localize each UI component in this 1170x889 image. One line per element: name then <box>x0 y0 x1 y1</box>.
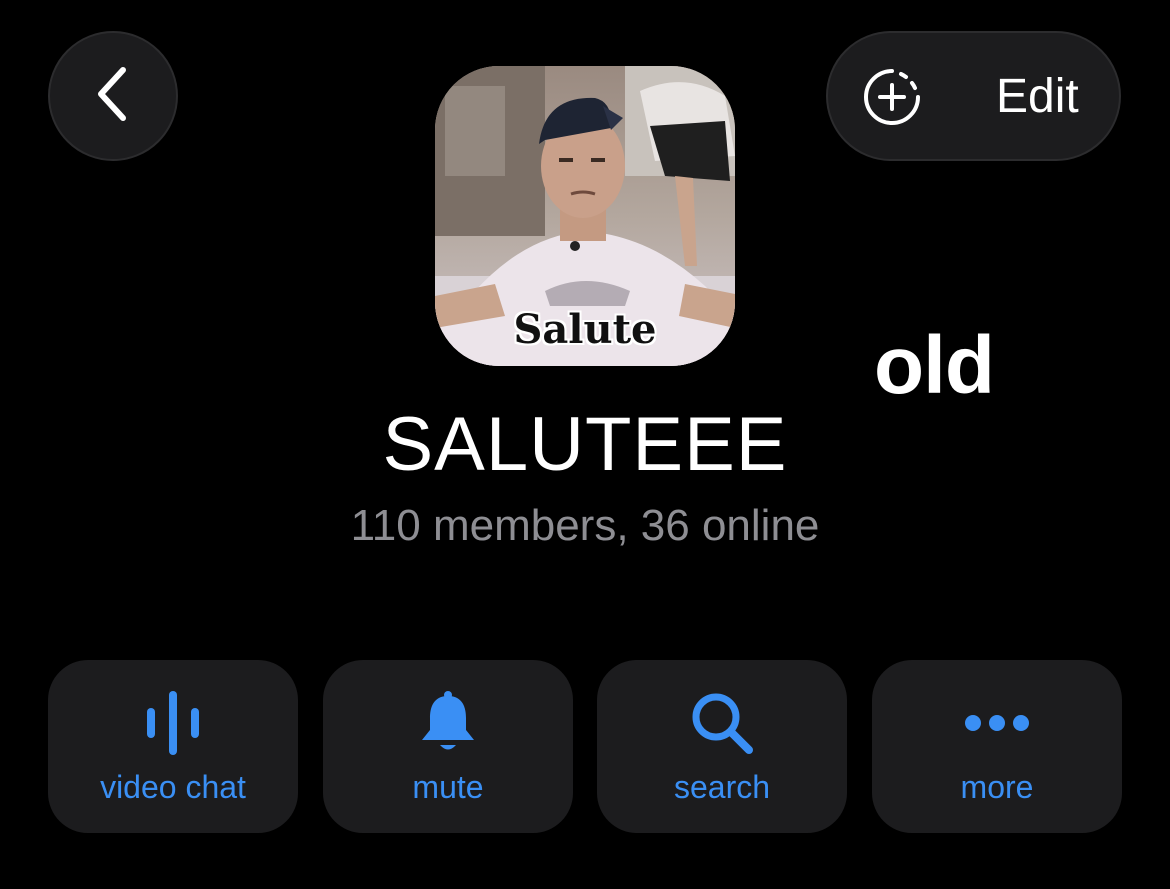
chevron-left-icon <box>93 64 133 129</box>
mute-button[interactable]: mute <box>323 660 573 833</box>
group-avatar[interactable]: Salute <box>435 66 735 366</box>
search-label: search <box>673 769 771 805</box>
mute-label: mute <box>412 769 484 805</box>
search-button[interactable]: search <box>597 660 847 833</box>
add-circle-dashed-icon <box>862 67 922 127</box>
avatar-caption: Salute <box>513 306 657 353</box>
more-button[interactable]: more <box>872 660 1122 833</box>
bell-icon <box>323 690 573 756</box>
action-bar: video chat mute search more <box>48 660 1122 833</box>
group-profile-screen: Edit Salute old SALUTEEE 110 members, 36… <box>0 0 1170 889</box>
more-label: more <box>960 769 1034 805</box>
group-title: SALUTEEE <box>382 402 788 487</box>
group-member-count: 110 members, 36 online <box>350 501 820 550</box>
video-chat-button[interactable]: video chat <box>48 660 298 833</box>
voice-waveform-icon <box>48 690 298 756</box>
edit-button[interactable]: Edit <box>826 31 1121 161</box>
back-button[interactable] <box>48 31 178 161</box>
video-chat-label: video chat <box>100 769 246 805</box>
more-dots-icon <box>872 690 1122 756</box>
edit-label: Edit <box>996 70 1079 123</box>
search-icon <box>597 690 847 756</box>
